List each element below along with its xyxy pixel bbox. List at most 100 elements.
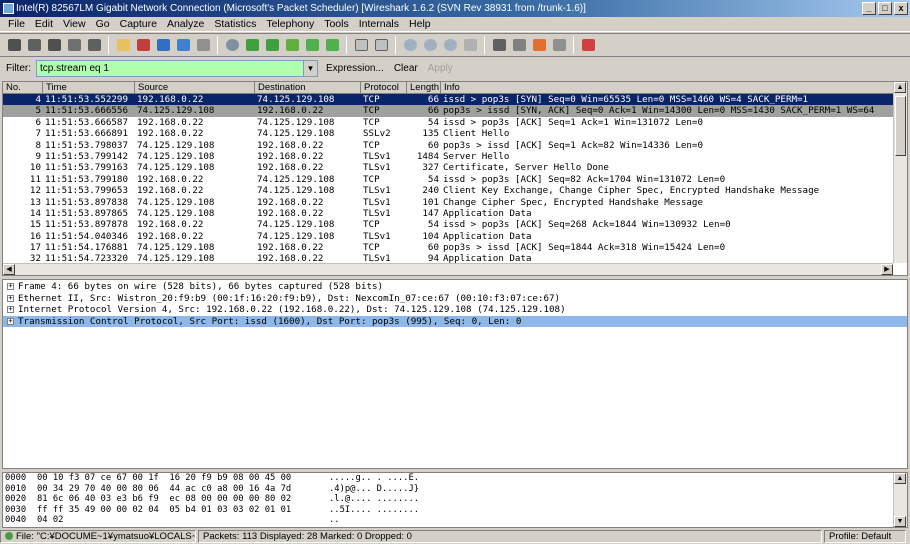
scroll-down-icon[interactable]: ▼	[894, 516, 906, 527]
save-file-icon[interactable]	[133, 35, 153, 55]
detail-tree-item[interactable]: + Internet Protocol Version 4, Src: 192.1…	[3, 304, 907, 316]
packet-list-horizontal-scrollbar[interactable]: ◀ ▶	[3, 263, 893, 275]
packet-row[interactable]: 11 11:51:53.799180 192.168.0.22 74.125.129.…	[3, 173, 907, 186]
packet-row[interactable]: 8 11:51:53.798037 74.125.129.108 192.168.0.…	[3, 139, 907, 151]
menu-help[interactable]: Help	[405, 17, 437, 31]
packet-row[interactable]: 15 11:51:53.897878 192.168.0.22 74.125.129.…	[3, 219, 907, 231]
column-header-destination[interactable]: Destination	[255, 82, 361, 93]
start-capture-icon[interactable]	[44, 35, 64, 55]
expression-button[interactable]: Expression...	[326, 63, 384, 74]
find-packet-icon[interactable]	[222, 35, 242, 55]
ascii-bytes[interactable]: ..5I.... ........	[329, 505, 529, 516]
go-to-packet-icon[interactable]	[282, 35, 302, 55]
menu-internals[interactable]: Internals	[355, 17, 405, 31]
ascii-bytes[interactable]: .l.@.... ........	[329, 494, 529, 505]
packet-list-vertical-scrollbar[interactable]: ▲	[893, 82, 907, 263]
expert-info-icon[interactable]	[5, 532, 13, 541]
menu-view[interactable]: View	[59, 17, 92, 31]
packet-row[interactable]: 17 11:51:54.176881 74.125.129.108 192.168.0…	[3, 242, 907, 254]
stop-capture-icon[interactable]	[64, 35, 84, 55]
go-first-icon[interactable]	[302, 35, 322, 55]
print-icon[interactable]	[193, 35, 213, 55]
scroll-up-icon[interactable]: ▲	[894, 473, 906, 484]
detail-tree-item[interactable]: + Transmission Control Protocol, Src Port…	[3, 315, 907, 327]
hex-offset[interactable]: 0020	[3, 494, 37, 505]
resize-columns-icon[interactable]	[460, 35, 480, 55]
ascii-bytes[interactable]: .....g.. . ....E.	[329, 473, 529, 484]
menu-capture[interactable]: Capture	[116, 17, 163, 31]
scroll-right-icon[interactable]: ▶	[881, 264, 893, 275]
menu-edit[interactable]: Edit	[31, 17, 59, 31]
expand-plus-icon[interactable]: +	[7, 306, 14, 314]
go-back-icon[interactable]	[242, 35, 262, 55]
help-icon[interactable]	[578, 35, 598, 55]
menu-file[interactable]: File	[4, 17, 31, 31]
hex-bytes[interactable]: 00 34 29 70 40 00 80 06 44 ac c0 a8 00 1…	[37, 484, 329, 495]
coloring-rules-icon[interactable]	[529, 35, 549, 55]
zoom-in-icon[interactable]	[400, 35, 420, 55]
packet-row[interactable]: 7 11:51:53.666891 192.168.0.22 74.125.129.1…	[3, 128, 907, 140]
capture-filters-icon[interactable]	[489, 35, 509, 55]
hex-offset[interactable]: 0000	[3, 473, 37, 484]
column-header-no[interactable]: No.	[3, 82, 43, 93]
packet-row[interactable]: 10 11:51:53.799163 74.125.129.108 192.168.0…	[3, 162, 907, 174]
menu-go[interactable]: Go	[92, 17, 116, 31]
expand-plus-icon[interactable]: +	[7, 317, 14, 325]
capture-options-icon[interactable]	[24, 35, 44, 55]
close-button[interactable]: x	[894, 2, 908, 15]
open-file-icon[interactable]	[113, 35, 133, 55]
hex-bytes[interactable]: 00 10 f3 07 ce 67 00 1f 16 20 f9 b9 08 0…	[37, 473, 329, 484]
colorize-icon[interactable]	[351, 35, 371, 55]
packet-row[interactable]: 16 11:51:54.040346 192.168.0.22 74.125.129.…	[3, 230, 907, 243]
interfaces-icon[interactable]	[4, 35, 24, 55]
scrollbar-thumb[interactable]	[895, 96, 906, 156]
restart-capture-icon[interactable]	[84, 35, 104, 55]
scroll-up-icon[interactable]: ▲	[894, 82, 906, 93]
packet-row[interactable]: 6 11:51:53.666587 192.168.0.22 74.125.129.1…	[3, 116, 907, 129]
hex-bytes[interactable]: ff ff 35 49 00 00 02 04 05 b4 01 03 03 0…	[37, 505, 329, 516]
column-header-time[interactable]: Time	[43, 82, 135, 93]
status-profile[interactable]: Profile: Default	[824, 530, 906, 543]
column-header-info[interactable]: Info	[441, 82, 907, 93]
detail-tree-item[interactable]: + Ethernet II, Src: Wistron_20:f9:b9 (00:…	[3, 293, 907, 305]
column-header-protocol[interactable]: Protocol	[361, 82, 407, 93]
clear-button[interactable]: Clear	[394, 63, 418, 74]
column-header-source[interactable]: Source	[135, 82, 255, 93]
packet-row[interactable]: 12 11:51:53.799653 192.168.0.22 74.125.129.…	[3, 185, 907, 197]
scroll-left-icon[interactable]: ◀	[3, 264, 15, 275]
zoom-out-icon[interactable]	[420, 35, 440, 55]
hex-bytes[interactable]: 81 6c 06 40 03 e3 b6 f9 ec 08 00 00 00 0…	[37, 494, 329, 505]
hex-offset[interactable]: 0010	[3, 484, 37, 495]
reload-icon[interactable]	[173, 35, 193, 55]
menu-tools[interactable]: Tools	[320, 17, 355, 31]
hex-bytes[interactable]: 04 02	[37, 515, 329, 526]
column-header-length[interactable]: Length	[407, 82, 441, 93]
detail-tree-item[interactable]: + Frame 4: 66 bytes on wire (528 bits), 6…	[3, 281, 907, 293]
ascii-bytes[interactable]: ..	[329, 515, 529, 526]
close-file-icon[interactable]	[153, 35, 173, 55]
packet-row[interactable]: 4 11:51:53.552299 192.168.0.22 74.125.129.1…	[3, 94, 907, 106]
packet-row[interactable]: 5 11:51:53.666556 74.125.129.108 192.168.0.…	[3, 105, 907, 117]
menu-telephony[interactable]: Telephony	[262, 17, 320, 31]
bytes-vertical-scrollbar[interactable]: ▲ ▼	[893, 473, 907, 527]
go-last-icon[interactable]	[322, 35, 342, 55]
packet-row[interactable]: 13 11:51:53.897838 74.125.129.108 192.168.0…	[3, 196, 907, 208]
status-file[interactable]: File: "C:¥DOCUME~1¥ymatsuo¥LOCALS~1¥T...	[0, 530, 196, 543]
auto-scroll-icon[interactable]	[371, 35, 391, 55]
display-filters-icon[interactable]	[509, 35, 529, 55]
go-forward-icon[interactable]	[262, 35, 282, 55]
menu-analyze[interactable]: Analyze	[163, 17, 210, 31]
wireshark-app-icon[interactable]	[3, 3, 14, 14]
preferences-icon[interactable]	[549, 35, 569, 55]
minimize-button[interactable]: _	[862, 2, 876, 15]
display-filter-input[interactable]: tcp.stream eq 1	[36, 60, 304, 77]
menu-statistics[interactable]: Statistics	[210, 17, 262, 31]
hex-offset[interactable]: 0030	[3, 505, 37, 516]
ascii-bytes[interactable]: .4)p@... D.....J}	[329, 484, 529, 495]
apply-button[interactable]: Apply	[428, 63, 453, 74]
chevron-down-icon[interactable]: ▼	[304, 60, 318, 77]
expand-plus-icon[interactable]: +	[7, 294, 14, 302]
zoom-normal-icon[interactable]	[440, 35, 460, 55]
expand-plus-icon[interactable]: +	[7, 283, 14, 291]
packet-row[interactable]: 14 11:51:53.897865 74.125.129.108 192.168.0…	[3, 207, 907, 220]
